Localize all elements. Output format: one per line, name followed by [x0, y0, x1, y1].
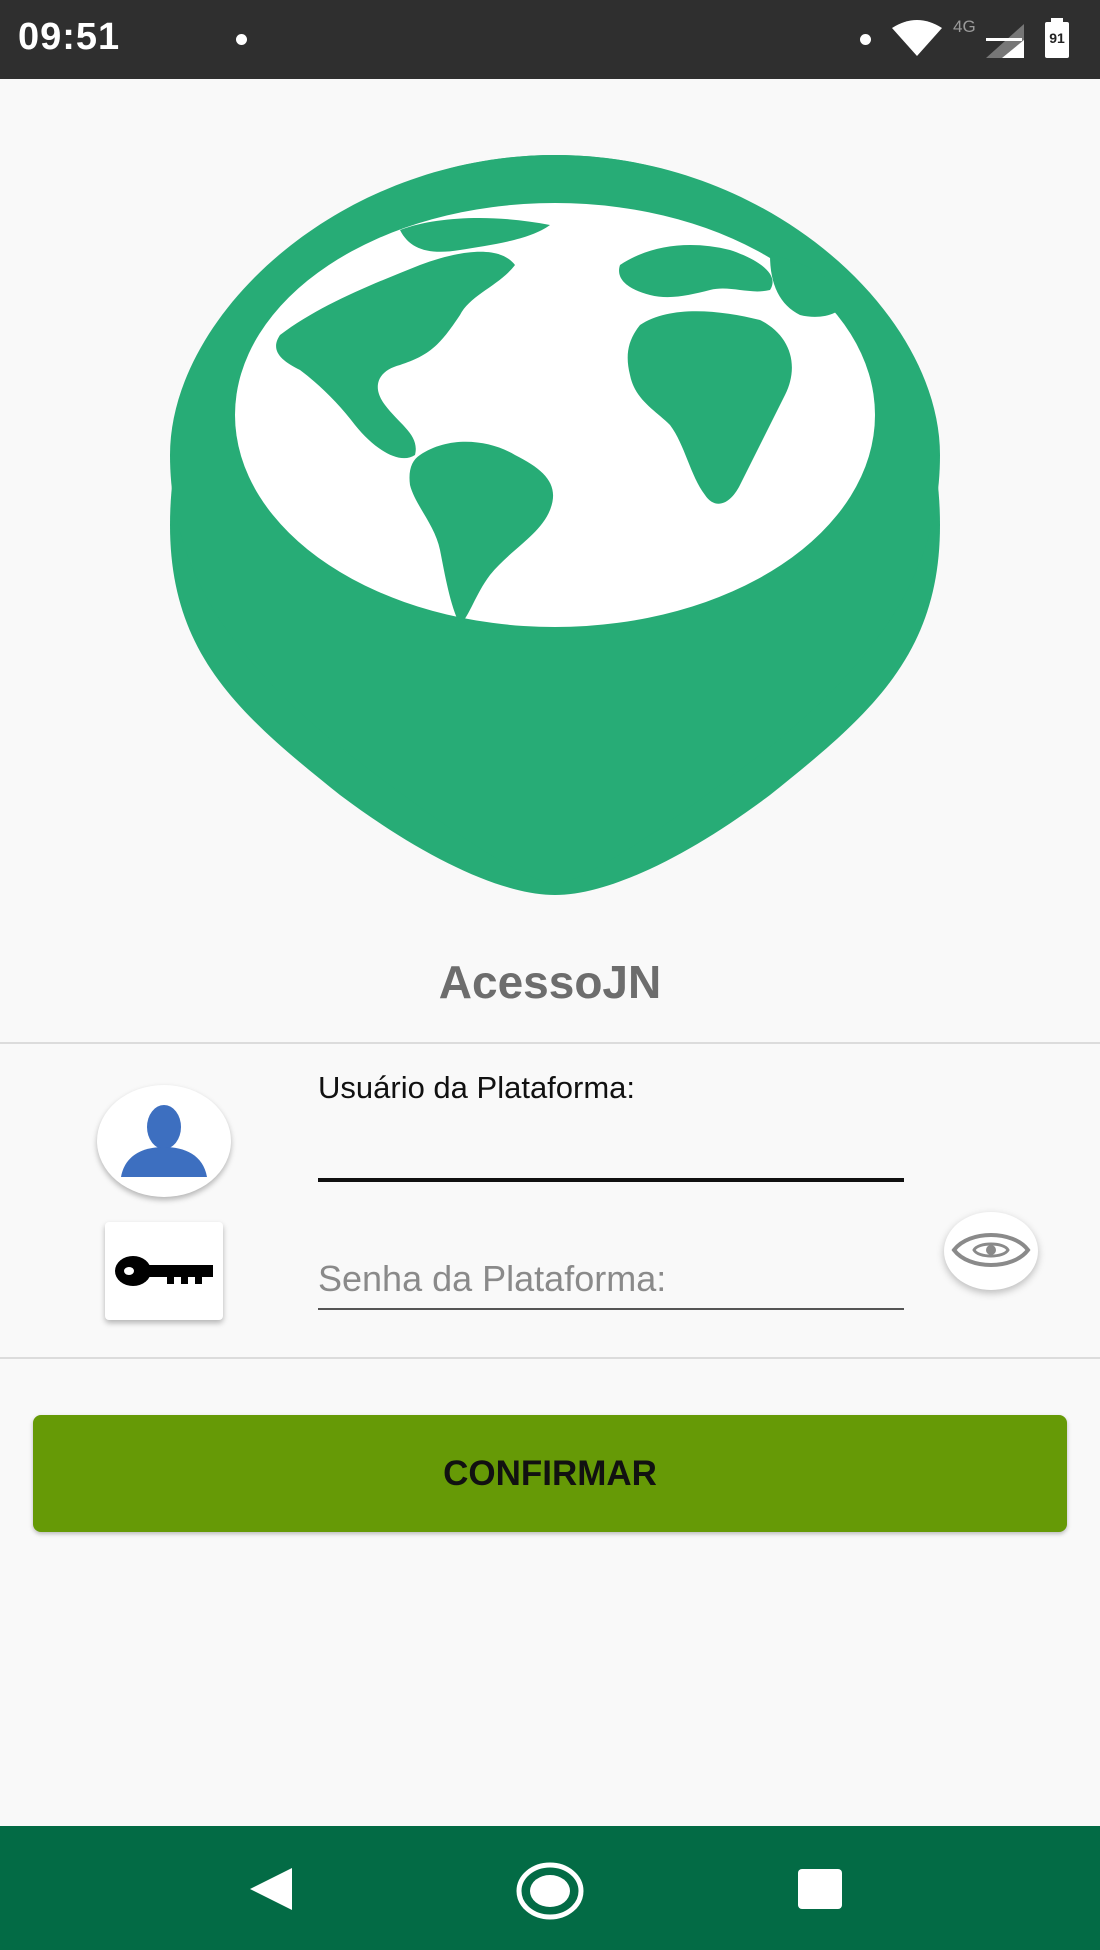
globe-map-pin-logo — [170, 155, 940, 895]
confirm-button[interactable]: CONFIRMAR — [33, 1415, 1067, 1532]
navigation-bar — [0, 1826, 1100, 1950]
battery-level: 91 — [1049, 30, 1065, 46]
network-type-label: 4G — [953, 17, 976, 36]
app-title: AcessoJN — [438, 956, 662, 1008]
home-icon[interactable] — [515, 1861, 585, 1921]
back-icon[interactable] — [248, 1866, 294, 1912]
divider — [0, 1042, 1100, 1044]
status-time: 09:51 — [18, 16, 121, 58]
notification-dot-icon — [236, 34, 247, 45]
password-input[interactable] — [318, 1250, 904, 1310]
user-input[interactable] — [318, 1120, 904, 1182]
divider — [0, 1357, 1100, 1359]
eye-icon — [951, 1233, 1031, 1267]
status-bar: 09:51 4G 91 — [0, 0, 1100, 79]
recents-icon[interactable] — [797, 1868, 843, 1910]
user-field-label: Usuário da Plataforma: — [318, 1070, 636, 1105]
signal-icon — [986, 24, 1024, 58]
show-password-button[interactable] — [944, 1212, 1038, 1290]
wifi-icon — [892, 20, 942, 56]
notification-dot-icon — [860, 34, 871, 45]
key-icon — [105, 1222, 223, 1320]
user-avatar-icon — [97, 1085, 231, 1197]
